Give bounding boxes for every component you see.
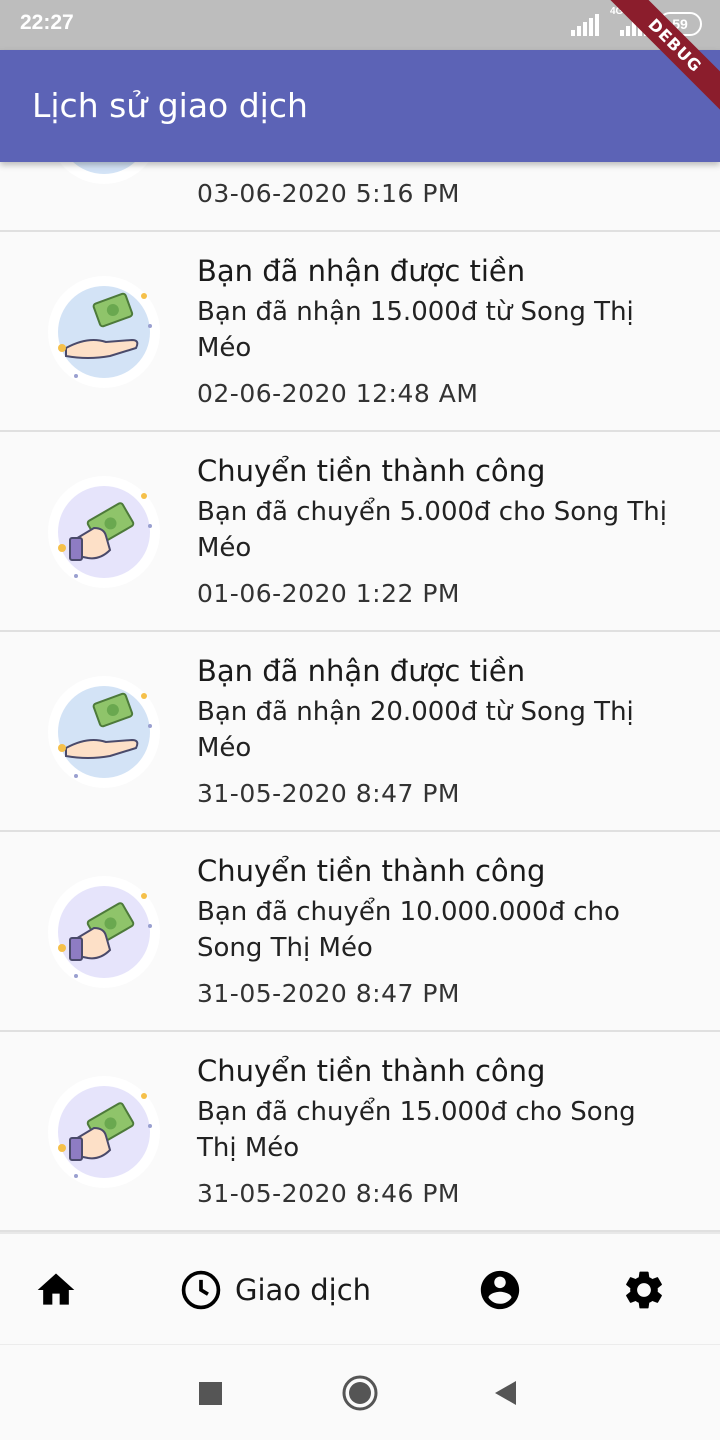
transaction-time: 03-06-2020 5:16 PM (197, 179, 460, 208)
wifi-signal-icon (571, 14, 599, 36)
transaction-title: Bạn đã nhận được tiền (197, 254, 526, 288)
nav-home-button[interactable] (16, 1234, 96, 1346)
back-triangle-icon (495, 1381, 516, 1405)
transaction-item[interactable]: Bạn đã nhận được tiền Bạn đã nhận 20.000… (0, 632, 720, 832)
recents-button[interactable] (196, 1373, 226, 1417)
transaction-description: Bạn đã chuyển 15.000đ cho Song Thị Méo (197, 1097, 636, 1163)
battery-level: 59 (672, 16, 688, 32)
money-receive-icon (48, 162, 160, 184)
recents-square-icon (199, 1382, 222, 1405)
status-time: 22:27 (20, 11, 74, 34)
bottom-navigation: Giao dịch (0, 1232, 720, 1344)
nav-transactions-label: Giao dịch (234, 1273, 372, 1307)
transaction-description: Bạn đã chuyển 10.000.000đ cho Song Thị M… (197, 897, 620, 963)
system-navigation-bar (0, 1344, 720, 1440)
transaction-item[interactable]: Chuyển tiền thành công Bạn đã chuyển 15.… (0, 1032, 720, 1232)
app-bar: Lịch sử giao dịch (0, 50, 720, 162)
account-circle-icon (480, 1270, 520, 1310)
cell-signal-icon: 4G (610, 6, 648, 36)
history-clock-icon (181, 1270, 221, 1310)
transaction-item[interactable]: Bạn đã nhận được tiền Bạn đã nhận 15.000… (0, 232, 720, 432)
transaction-item[interactable]: Chuyển tiền thành công Bạn đã chuyển 10.… (0, 832, 720, 1032)
system-home-button[interactable] (338, 1373, 382, 1417)
status-icons: 4G 59 (570, 6, 702, 36)
transaction-title: Chuyển tiền thành công (197, 854, 546, 888)
transaction-time: 02-06-2020 12:48 AM (197, 379, 479, 408)
transaction-time: 31-05-2020 8:47 PM (197, 979, 460, 1008)
transaction-time: 01-06-2020 1:22 PM (197, 579, 460, 608)
transaction-item[interactable]: 03-06-2020 5:16 PM (0, 162, 720, 232)
page-title: Lịch sử giao dịch (32, 86, 308, 125)
money-receive-icon (48, 276, 160, 388)
home-circle-icon (342, 1375, 378, 1411)
money-receive-icon (48, 676, 160, 788)
nav-settings-button[interactable] (604, 1234, 684, 1346)
transaction-description: Bạn đã nhận 15.000đ từ Song Thị Méo (197, 297, 634, 363)
transaction-description: Bạn đã chuyển 5.000đ cho Song Thị Méo (197, 497, 667, 563)
settings-gear-icon (626, 1271, 662, 1309)
money-send-icon (48, 476, 160, 588)
system-back-button[interactable] (490, 1373, 522, 1417)
transaction-title: Chuyển tiền thành công (197, 1054, 546, 1088)
status-bar: 22:27 4G 59 (0, 0, 720, 50)
home-icon (37, 1273, 75, 1305)
transaction-time: 31-05-2020 8:47 PM (197, 779, 460, 808)
battery-indicator: 59 (658, 12, 702, 36)
money-send-icon (48, 876, 160, 988)
transaction-description: Bạn đã nhận 20.000đ từ Song Thị Méo (197, 697, 634, 763)
nav-account-button[interactable] (460, 1234, 540, 1346)
transaction-list[interactable]: 03-06-2020 5:16 PM Bạn đã nhận được tiền… (0, 162, 720, 1232)
money-send-icon (48, 1076, 160, 1188)
transaction-title: Chuyển tiền thành công (197, 454, 546, 488)
transaction-item[interactable]: Chuyển tiền thành công Bạn đã chuyển 5.0… (0, 432, 720, 632)
nav-transactions-button[interactable]: Giao dịch (170, 1234, 380, 1346)
transaction-title: Bạn đã nhận được tiền (197, 654, 526, 688)
transaction-time: 31-05-2020 8:46 PM (197, 1179, 460, 1208)
